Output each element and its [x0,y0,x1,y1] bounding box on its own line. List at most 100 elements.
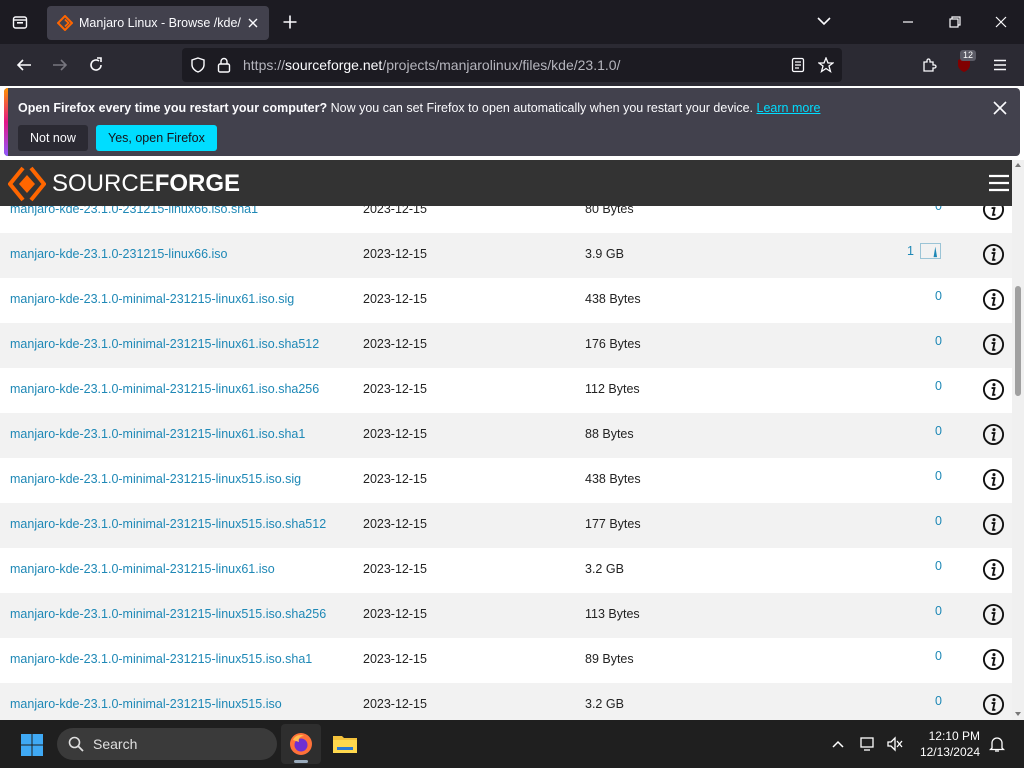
file-downloads[interactable]: 0 [935,469,942,483]
file-row: manjaro-kde-23.1.0-minimal-231215-linux5… [0,593,1012,638]
file-info-icon[interactable] [982,333,1005,356]
reader-view-icon[interactable] [788,55,808,75]
taskbar-search[interactable]: Search [57,728,277,760]
file-info-icon[interactable] [982,648,1005,671]
file-size: 3.2 GB [585,562,624,576]
file-date: 2023-12-15 [363,472,427,486]
file-downloads[interactable]: 0 [935,649,942,663]
file-row: manjaro-kde-23.1.0-minimal-231215-linux5… [0,458,1012,503]
tab-list-icon[interactable] [8,10,32,34]
restore-icon[interactable] [945,12,965,32]
file-downloads[interactable]: 1 [907,244,914,258]
file-downloads[interactable]: 0 [935,379,942,393]
new-tab-icon[interactable] [280,12,300,32]
minimize-icon[interactable] [898,12,918,32]
reload-icon[interactable] [84,53,108,77]
file-info-icon[interactable] [982,558,1005,581]
url-text[interactable]: https://sourceforge.net/projects/manjaro… [243,57,620,73]
file-size: 3.2 GB [585,697,624,711]
file-info-icon[interactable] [982,423,1005,446]
tab-title: Manjaro Linux - Browse /kde/23.1.0 [79,16,241,30]
file-downloads[interactable]: 0 [935,514,942,528]
file-info-icon[interactable] [982,513,1005,536]
file-size: 88 Bytes [585,427,634,441]
scroll-down-icon[interactable] [1014,711,1022,717]
download-sparkline-icon[interactable] [920,243,941,259]
file-date: 2023-12-15 [363,517,427,531]
network-icon[interactable] [859,734,879,754]
file-name-link[interactable]: manjaro-kde-23.1.0-minimal-231215-linux5… [10,472,301,486]
search-icon [68,736,84,752]
lock-icon[interactable] [214,55,234,75]
bookmark-star-icon[interactable] [816,55,836,75]
address-bar[interactable]: https://sourceforge.net/projects/manjaro… [182,48,842,82]
notification-message: Open Firefox every time you restart your… [18,101,821,115]
file-info-icon[interactable] [982,693,1005,716]
firefox-notification-bar: Open Firefox every time you restart your… [4,88,1020,156]
close-window-icon[interactable] [991,12,1011,32]
file-name-link[interactable]: manjaro-kde-23.1.0-minimal-231215-linux6… [10,292,294,306]
sourceforge-header: SOURCEFORGE [0,160,1012,206]
file-downloads[interactable]: 0 [935,604,942,618]
file-date: 2023-12-15 [363,562,427,576]
file-downloads[interactable]: 0 [935,289,942,303]
extension-badge: 12 [960,50,977,61]
file-info-icon[interactable] [982,378,1005,401]
file-name-link[interactable]: manjaro-kde-23.1.0-minimal-231215-linux5… [10,652,312,666]
file-date: 2023-12-15 [363,337,427,351]
windows-start-icon[interactable] [20,733,44,757]
file-name-link[interactable]: manjaro-kde-23.1.0-minimal-231215-linux6… [10,382,319,396]
extensions-icon[interactable] [917,53,941,77]
folder-icon [333,736,357,753]
file-size: 89 Bytes [585,652,634,666]
file-downloads[interactable]: 0 [935,424,942,438]
file-name-link[interactable]: manjaro-kde-23.1.0-minimal-231215-linux6… [10,427,305,441]
file-name-link[interactable]: manjaro-kde-23.1.0-minimal-231215-linux5… [10,607,326,621]
tab-close-icon[interactable] [245,15,261,31]
file-size: 113 Bytes [585,607,640,621]
file-date: 2023-12-15 [363,607,427,621]
file-name-link[interactable]: manjaro-kde-23.1.0-minimal-231215-linux5… [10,517,326,531]
show-hidden-icons-icon[interactable] [828,734,848,754]
back-icon[interactable] [12,53,36,77]
page-scrollbar[interactable] [1012,160,1024,720]
browser-tab[interactable]: Manjaro Linux - Browse /kde/23.1.0 [47,6,269,40]
sourceforge-logo-icon[interactable] [8,166,46,202]
file-info-icon[interactable] [982,288,1005,311]
volume-muted-icon[interactable] [885,734,905,754]
file-row: manjaro-kde-23.1.0-minimal-231215-linux6… [0,368,1012,413]
clock-date: 12/13/2024 [919,745,980,759]
file-row: manjaro-kde-23.1.0-231215-linux66.iso 202… [0,233,1012,278]
scrollbar-thumb[interactable] [1015,286,1021,396]
file-downloads[interactable]: 0 [935,334,942,348]
file-date: 2023-12-15 [363,697,427,711]
scroll-up-icon[interactable] [1014,162,1022,168]
taskbar-file-explorer[interactable] [325,724,365,764]
not-now-button[interactable]: Not now [18,125,88,151]
notifications-bell-icon[interactable] [987,734,1007,754]
hamburger-menu-icon[interactable] [988,53,1012,77]
file-downloads[interactable]: 0 [935,694,942,708]
file-date: 2023-12-15 [363,247,427,261]
file-name-link[interactable]: manjaro-kde-23.1.0-minimal-231215-linux5… [10,697,282,711]
learn-more-link[interactable]: Learn more [757,101,821,115]
file-name-link[interactable]: manjaro-kde-23.1.0-231215-linux66.iso [10,247,228,261]
list-all-tabs-icon[interactable] [817,14,831,29]
file-row: manjaro-kde-23.1.0-minimal-231215-linux6… [0,323,1012,368]
taskbar-firefox[interactable] [281,724,321,764]
file-info-icon[interactable] [982,468,1005,491]
forward-icon[interactable] [48,53,72,77]
taskbar-clock[interactable]: 12:10 PM 12/13/2024 [918,728,980,760]
tracking-protection-shield-icon[interactable] [188,55,208,75]
file-downloads[interactable]: 0 [935,559,942,573]
file-info-icon[interactable] [982,243,1005,266]
yes-open-firefox-button[interactable]: Yes, open Firefox [96,125,217,151]
file-name-link[interactable]: manjaro-kde-23.1.0-minimal-231215-linux6… [10,337,319,351]
notification-close-icon[interactable] [992,100,1008,116]
file-info-icon[interactable] [982,603,1005,626]
file-name-link[interactable]: manjaro-kde-23.1.0-minimal-231215-linux6… [10,562,275,576]
file-size: 438 Bytes [585,292,641,306]
site-menu-icon[interactable] [988,173,1010,193]
active-indicator [294,760,308,763]
sourceforge-brand[interactable]: SOURCEFORGE [52,170,240,198]
